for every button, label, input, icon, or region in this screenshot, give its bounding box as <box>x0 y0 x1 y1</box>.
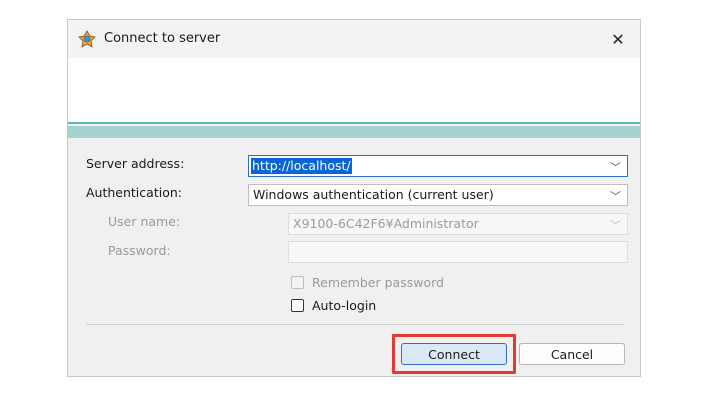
authentication-value: Windows authentication (current user) <box>253 187 494 202</box>
password-label: Password: <box>108 243 171 258</box>
authentication-label: Authentication: <box>86 185 182 200</box>
server-address-combobox[interactable]: http://localhost/ ﹀ <box>248 155 628 177</box>
cancel-button-label: Cancel <box>550 346 594 362</box>
banner-divider <box>68 122 640 124</box>
auto-login-row[interactable]: Auto-login <box>291 298 376 313</box>
connect-highlight-box <box>392 334 516 374</box>
close-button[interactable]: ✕ <box>596 20 640 58</box>
user-name-combobox[interactable]: X9100-6C42F6¥Administrator ﹀ <box>288 213 628 235</box>
header-banner <box>68 58 640 122</box>
server-address-label: Server address: <box>86 156 185 171</box>
chevron-down-icon[interactable]: ﹀ <box>610 159 621 175</box>
footer-separator <box>86 324 624 325</box>
auto-login-checkbox[interactable] <box>291 299 304 312</box>
chevron-down-icon[interactable]: ﹀ <box>610 217 621 233</box>
title-bar: Connect to server ✕ <box>68 20 640 58</box>
chevron-down-icon[interactable]: ﹀ <box>610 188 621 204</box>
close-icon: ✕ <box>611 29 625 49</box>
dialog-title: Connect to server <box>104 31 221 46</box>
user-name-label: User name: <box>108 214 181 229</box>
banner-stripe <box>68 126 640 138</box>
remember-password-row[interactable]: Remember password <box>291 275 444 290</box>
server-address-value: http://localhost/ <box>251 158 352 174</box>
password-input[interactable] <box>288 241 628 263</box>
connect-dialog: Connect to server ✕ Server address: http… <box>67 19 641 377</box>
auto-login-label: Auto-login <box>312 298 377 313</box>
user-name-value: X9100-6C42F6¥Administrator <box>293 216 479 231</box>
authentication-select[interactable]: Windows authentication (current user) ﹀ <box>248 184 628 206</box>
remember-password-checkbox[interactable] <box>291 276 304 289</box>
connect-server-icon <box>78 30 96 48</box>
cancel-button[interactable]: Cancel <box>519 343 625 365</box>
remember-password-label: Remember password <box>312 275 444 290</box>
